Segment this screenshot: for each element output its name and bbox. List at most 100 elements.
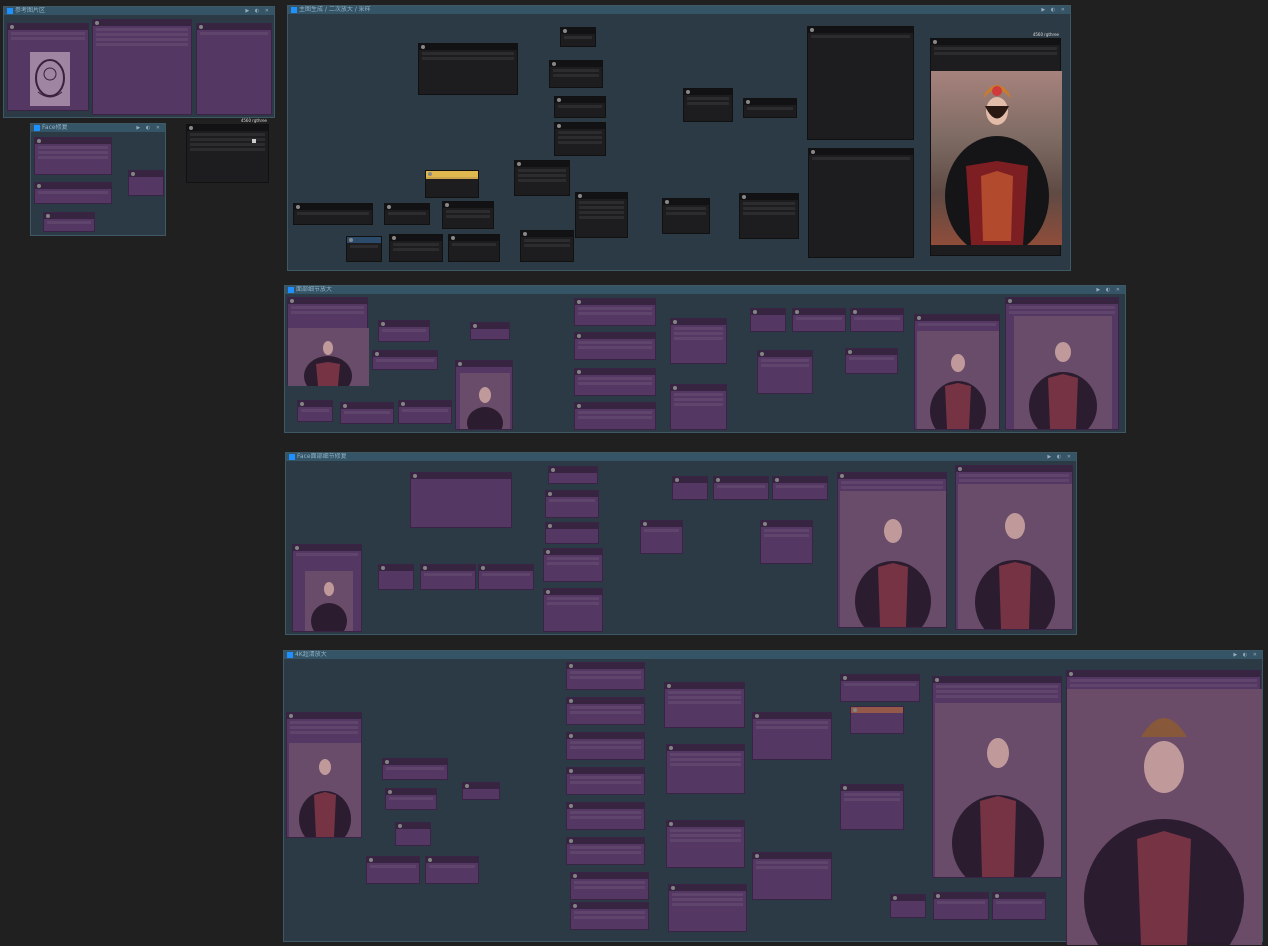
vae-decode-node[interactable] [743,98,797,118]
save-image-node[interactable]: 4560 rgthree [930,32,1062,256]
g2-prompt-node-3[interactable] [574,368,656,396]
g3-node-5[interactable] [543,588,603,632]
g2-node-6[interactable] [398,400,452,424]
prompt-negative-node[interactable] [554,122,606,156]
g2-node-10[interactable] [845,348,898,374]
g4-node-8[interactable] [890,894,926,918]
g4-sampler-node-2[interactable] [666,744,745,794]
g4-node-3[interactable] [462,782,500,800]
face-node-3[interactable] [43,212,95,232]
lora-node-2[interactable] [549,60,603,88]
g4-decode-node-2[interactable] [752,852,832,900]
g3-node-6[interactable] [378,564,414,590]
g2-node-7[interactable] [750,308,786,332]
g2-node-8[interactable] [792,308,846,332]
g4-orange-node[interactable] [850,706,904,734]
group-tools[interactable]: ▶ ◐ ✕ [245,7,271,15]
reroute-node[interactable] [346,236,382,262]
checkpoint-loader-node[interactable] [418,43,518,95]
face-node-2[interactable] [34,182,112,204]
latent-upscale-node[interactable] [442,201,494,229]
g3-node-7[interactable] [420,564,476,590]
ksampler-node-3[interactable] [662,198,710,234]
g4-load-image-node[interactable] [286,712,362,838]
g4-prompt-node-5[interactable] [566,802,645,830]
g3-node-3[interactable] [545,522,599,544]
g3-preview-node-2[interactable] [955,465,1073,630]
g4-node-2[interactable] [385,788,437,810]
g4-prompt-node-2[interactable] [566,697,645,725]
g4-preview-node-1[interactable] [932,676,1062,878]
g4-upscale-node[interactable] [840,674,920,702]
g2-node-9[interactable] [850,308,904,332]
g4-node-10[interactable] [992,892,1046,920]
group-header[interactable]: 4K超清放大 [284,651,1262,659]
g4-prompt-node-7[interactable] [570,872,649,900]
load-image-node[interactable] [7,23,89,111]
g4-preview-node-2[interactable] [1066,670,1262,945]
g4-prompt-node-4[interactable] [566,767,645,795]
g4-sampler-node-3[interactable] [666,820,745,868]
g4-node-5[interactable] [366,856,420,884]
g2-node-4[interactable] [297,400,333,422]
group-reference-image[interactable]: 参考图片区 ▶ ◐ ✕ [3,6,275,118]
g3-sampler-node[interactable] [640,520,683,554]
g3-preview-node-1[interactable] [837,472,947,628]
g3-node-8[interactable] [478,564,534,590]
empty-latent-node[interactable] [293,203,373,225]
image-scale-node[interactable] [448,234,500,262]
ksampler-node-2[interactable] [514,160,570,196]
g3-model-node[interactable] [410,472,512,528]
g3-node-11[interactable] [772,476,828,500]
g3-decode-node[interactable] [760,520,813,564]
g4-prompt-node-6[interactable] [566,837,645,865]
preview-image-node-2[interactable] [808,148,914,258]
group-tools[interactable]: ▶ ◐ ✕ [1041,6,1067,14]
g2-prompt-node-1[interactable] [574,298,656,326]
g4-node-1[interactable] [382,758,448,780]
g3-node-10[interactable] [713,476,769,500]
preview-image-node-1[interactable] [807,26,914,140]
g2-preview-node-1[interactable] [914,314,1000,430]
note-node[interactable] [425,170,479,198]
group-face-fix[interactable]: Face修复 ▶ ◐ ✕ [30,123,166,236]
group-tools[interactable]: ▶ ◐ ✕ [1233,651,1259,659]
g2-load-image-node[interactable] [287,297,369,386]
g4-decode-node-1[interactable] [752,712,832,760]
g4-node-7[interactable] [840,784,904,830]
g3-node-4[interactable] [543,548,603,582]
preprocessor-node[interactable] [520,230,574,262]
sampler-node[interactable] [683,88,733,122]
g4-sampler-node-4[interactable] [668,884,747,932]
group-header[interactable]: 主图生成 / 二次放大 / 采样 [288,6,1070,14]
g3-load-image-node[interactable] [292,544,362,632]
g4-node-4[interactable] [395,822,431,846]
g4-prompt-node-3[interactable] [566,732,645,760]
group-tools[interactable]: ▶ ◐ ✕ [1096,286,1122,294]
face-node-4[interactable] [128,170,164,196]
prompt-positive-node[interactable] [554,96,606,118]
settings-panel-node[interactable]: 4560 rgthree [186,118,269,183]
face-node-1[interactable] [34,137,112,175]
g4-sampler-node-1[interactable] [664,682,745,728]
g2-decode-node[interactable] [757,350,813,394]
vae-decode-node-2[interactable] [739,193,799,239]
g4-prompt-node-8[interactable] [570,902,649,930]
g4-prompt-node-1[interactable] [566,662,645,690]
g4-node-9[interactable] [933,892,989,920]
controlnet-node[interactable] [575,192,628,238]
g2-sampler-node-2[interactable] [670,384,727,430]
group-header[interactable]: 面部细节放大 [285,286,1125,294]
g2-node-3[interactable] [470,322,510,340]
preview-node[interactable] [196,23,272,115]
lora-node-1[interactable] [560,27,596,47]
g4-node-6[interactable] [425,856,479,884]
g2-node-2[interactable] [372,350,438,370]
group-tools[interactable]: ▶ ◐ ✕ [1047,453,1073,461]
g3-node-2[interactable] [545,490,599,518]
group-header[interactable]: Face面部细节修复 [286,453,1076,461]
g2-node-5[interactable] [340,402,394,424]
g3-node-1[interactable] [548,466,598,484]
g2-face-preview-node[interactable] [455,360,513,430]
upscale-node[interactable] [384,203,430,225]
